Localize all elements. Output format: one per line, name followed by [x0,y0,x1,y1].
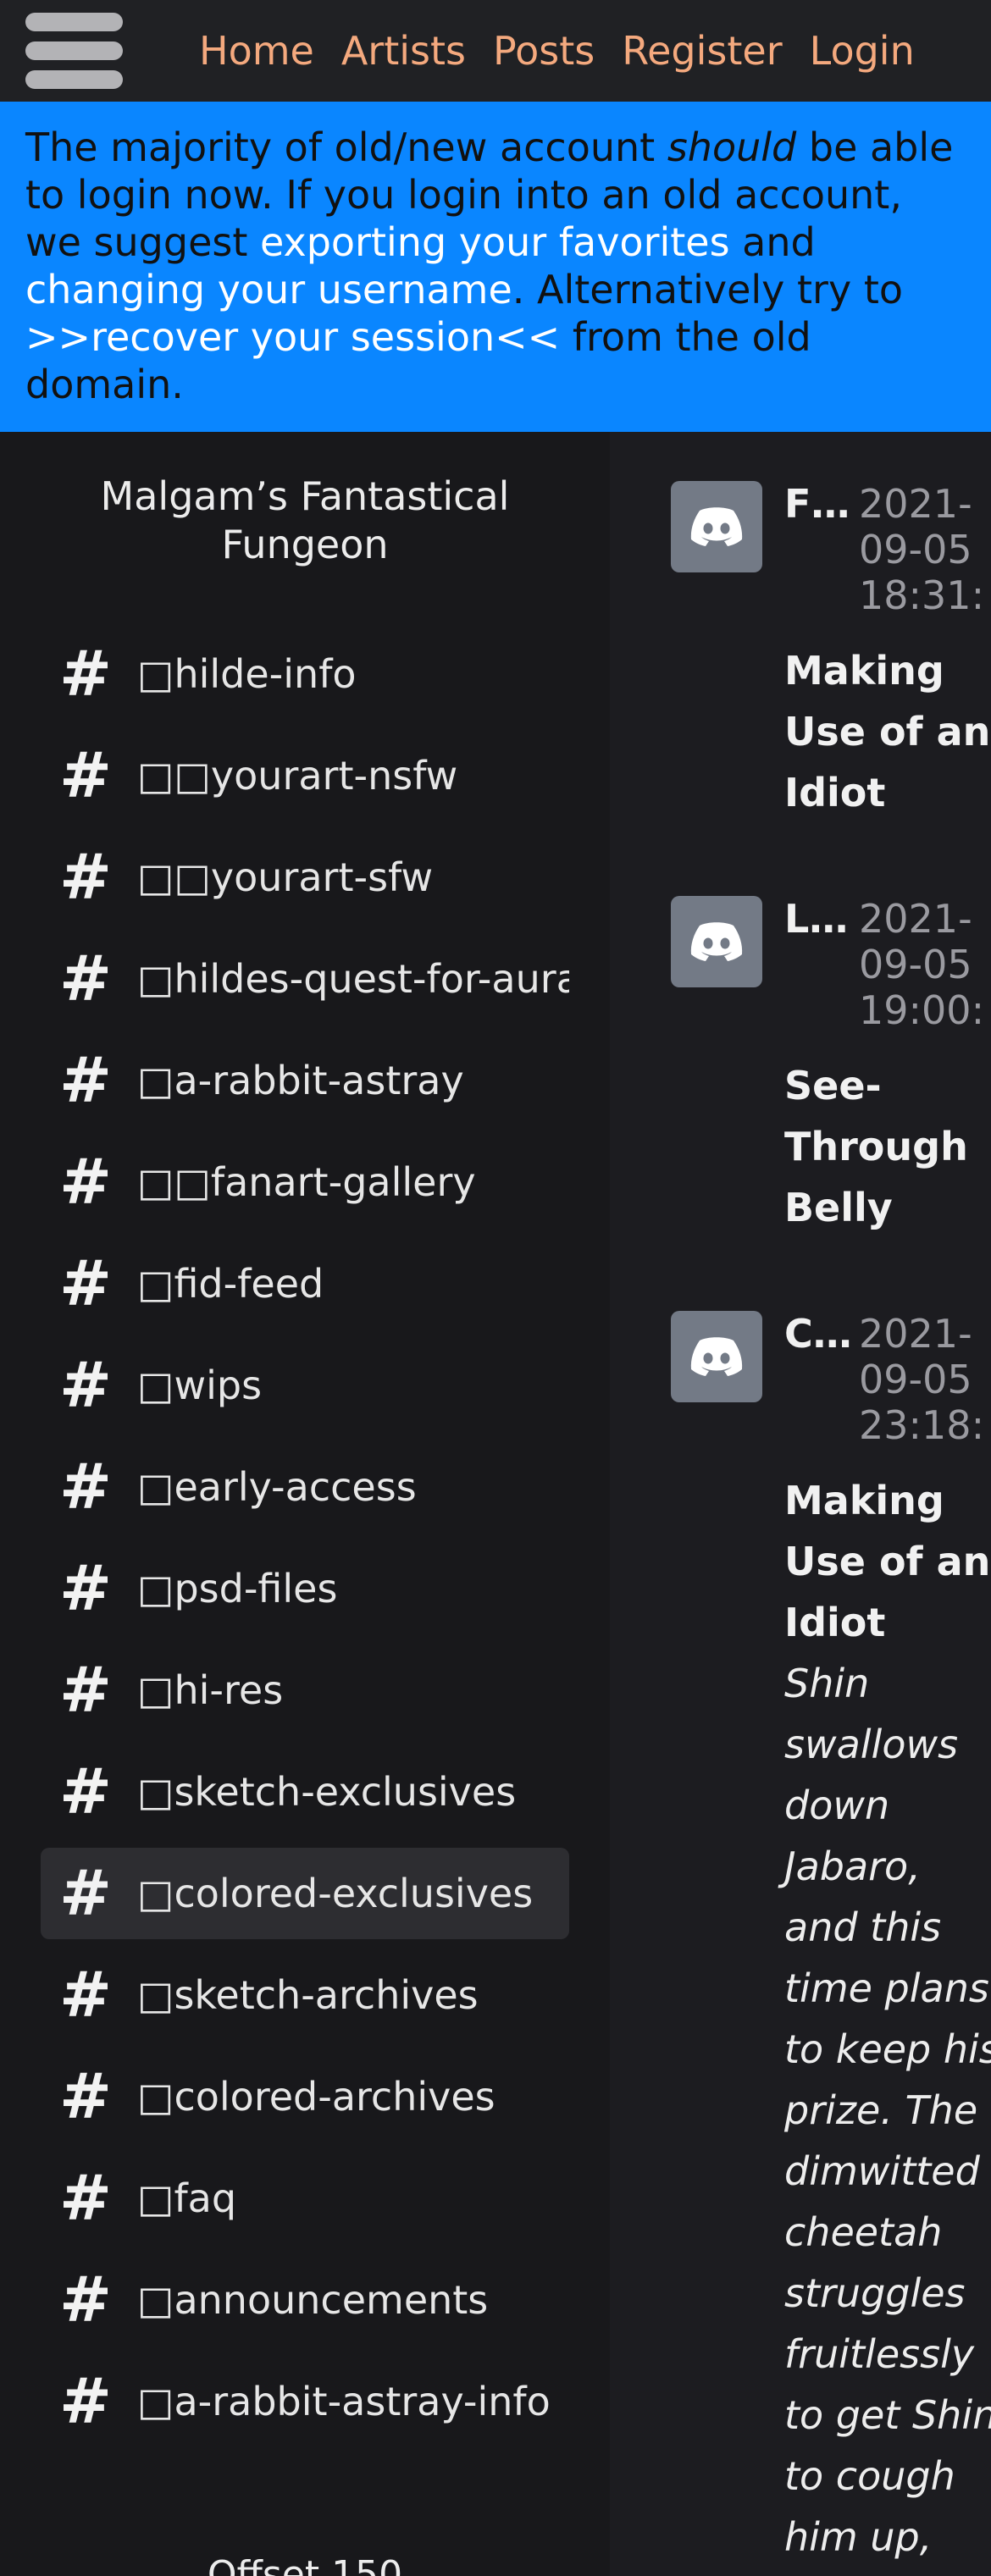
discord-icon-glyph [690,507,743,546]
channel-item[interactable]: # □hilde-info [41,628,569,720]
channel-name: □hilde-info [137,651,357,697]
hash-icon: # [59,1654,113,1727]
post-timestamp: 2021-09-05 23:18: [859,1311,985,1448]
hash-icon: # [59,943,113,1015]
channel-item[interactable]: # □□yourart-sfw [41,832,569,923]
hash-icon: # [59,1146,113,1219]
post-timestamp: 2021-09-05 19:00: [859,896,985,1033]
hamburger-bar [25,13,123,31]
channel-item[interactable]: # □a-rabbit-astray [41,1035,569,1126]
hash-icon: # [59,1247,113,1320]
channel-item[interactable]: # □colored-exclusives [41,1848,569,1939]
hash-icon: # [59,739,113,812]
post-author[interactable]: C… [784,1311,852,1357]
top-nav: Home Artists Posts Register Login [0,0,991,102]
hash-icon: # [59,2060,113,2133]
channel-name: □sketch-exclusives [137,1769,517,1815]
discord-icon [671,481,762,572]
discord-icon-glyph [690,922,743,961]
nav-login[interactable]: Login [810,28,915,74]
hamburger-icon[interactable] [25,13,123,89]
nav-home[interactable]: Home [199,28,314,74]
announcement-banner: The majority of old/new account should b… [0,102,991,432]
channel-item[interactable]: # □a-rabbit-astray-info [41,2356,569,2447]
post-author[interactable]: F… [784,481,850,527]
recover-session-link[interactable]: >>recover your session<< [25,314,560,360]
channel-item[interactable]: # □psd-files [41,1543,569,1634]
channel-item[interactable]: # □faq [41,2153,569,2244]
nav-artists[interactable]: Artists [341,28,466,74]
banner-text: . Alternatively try to [512,267,903,312]
channel-item[interactable]: # □colored-archives [41,2051,569,2142]
channel-name: □faq [137,2175,237,2221]
channel-sidebar: Malgam’s Fantastical Fungeon # □hilde-inf… [0,432,610,2576]
offset-label: Offset 150 [207,2553,403,2576]
channel-name: □□yourart-nsfw [137,753,458,799]
channel-item[interactable]: # □announcements [41,2254,569,2346]
channel-item[interactable]: # □sketch-archives [41,1949,569,2041]
hash-icon: # [59,1959,113,2032]
channel-name: □wips [137,1363,263,1408]
hash-icon: # [59,2162,113,2235]
banner-text: and [729,219,816,265]
channel-name: □colored-archives [137,2074,496,2120]
channel-name: □hi-res [137,1667,284,1713]
channel-name: □a-rabbit-astray [137,1058,464,1103]
hash-icon: # [59,1857,113,1930]
channel-name: □sketch-archives [137,1972,479,2018]
post-title[interactable]: Making Use of an Idiot [784,640,991,823]
post-description: Shin swallows down Jabaro, and this time… [784,1661,991,2576]
server-name: Malgam’s Fantastical Fungeon [100,473,510,567]
channel-name: □early-access [137,1464,417,1510]
channel-name: □□fanart-gallery [137,1159,476,1205]
channel-name: □colored-exclusives [137,1871,534,1916]
nav-register[interactable]: Register [622,28,782,74]
channel-item[interactable]: # □sketch-exclusives [41,1746,569,1838]
export-favorites-link[interactable]: exporting your favorites [260,219,730,265]
content-layout: Malgam’s Fantastical Fungeon # □hilde-inf… [0,432,991,2576]
hash-icon: # [59,841,113,914]
channel-name: □□yourart-sfw [137,854,434,900]
post-title[interactable]: See-Through Belly [784,1055,991,1238]
channel-item[interactable]: # □early-access [41,1441,569,1533]
channel-item[interactable]: # □□yourart-nsfw [41,730,569,821]
nav-posts[interactable]: Posts [493,28,595,74]
post-timestamp: 2021-09-05 18:31: [859,481,985,618]
channel-name: □hildes-quest-for-aura [137,956,569,1002]
banner-emphasis: should [667,124,797,170]
hash-icon: # [59,1044,113,1117]
hash-icon: # [59,1349,113,1422]
channel-list: # □hilde-info # □□yourart-nsfw # □□yourart-sf… [41,628,569,2447]
channel-item[interactable]: # □wips [41,1340,569,1431]
hash-icon: # [59,2365,113,2438]
channel-item[interactable]: # □□fanart-gallery [41,1136,569,1228]
hamburger-bar [25,70,123,89]
channel-name: □fid-feed [137,1261,324,1307]
hash-icon: # [59,2264,113,2336]
channel-item[interactable]: # □hi-res [41,1645,569,1736]
channel-name: □a-rabbit-astray-info [137,2379,551,2424]
banner-text: The majority of old/new account [25,124,667,170]
discord-icon [671,896,762,987]
channel-name: □psd-files [137,1566,338,1611]
discord-icon [671,1311,762,1402]
hamburger-bar [25,41,123,60]
discord-icon-glyph [690,1337,743,1376]
post-title[interactable]: Making Use of an Idiot [784,1470,991,1653]
hash-icon: # [59,638,113,710]
post-author[interactable]: L… [784,896,848,942]
channel-item[interactable]: # □hildes-quest-for-aura [41,933,569,1025]
channel-item[interactable]: # □fid-feed [41,1238,569,1329]
hash-icon: # [59,1552,113,1625]
hash-icon: # [59,1755,113,1828]
change-username-link[interactable]: changing your username [25,267,512,312]
hash-icon: # [59,1451,113,1523]
channel-name: □announcements [137,2277,489,2323]
posts-feed: F… 2021-09-05 18:31: Making Use of an Id… [610,432,991,2576]
